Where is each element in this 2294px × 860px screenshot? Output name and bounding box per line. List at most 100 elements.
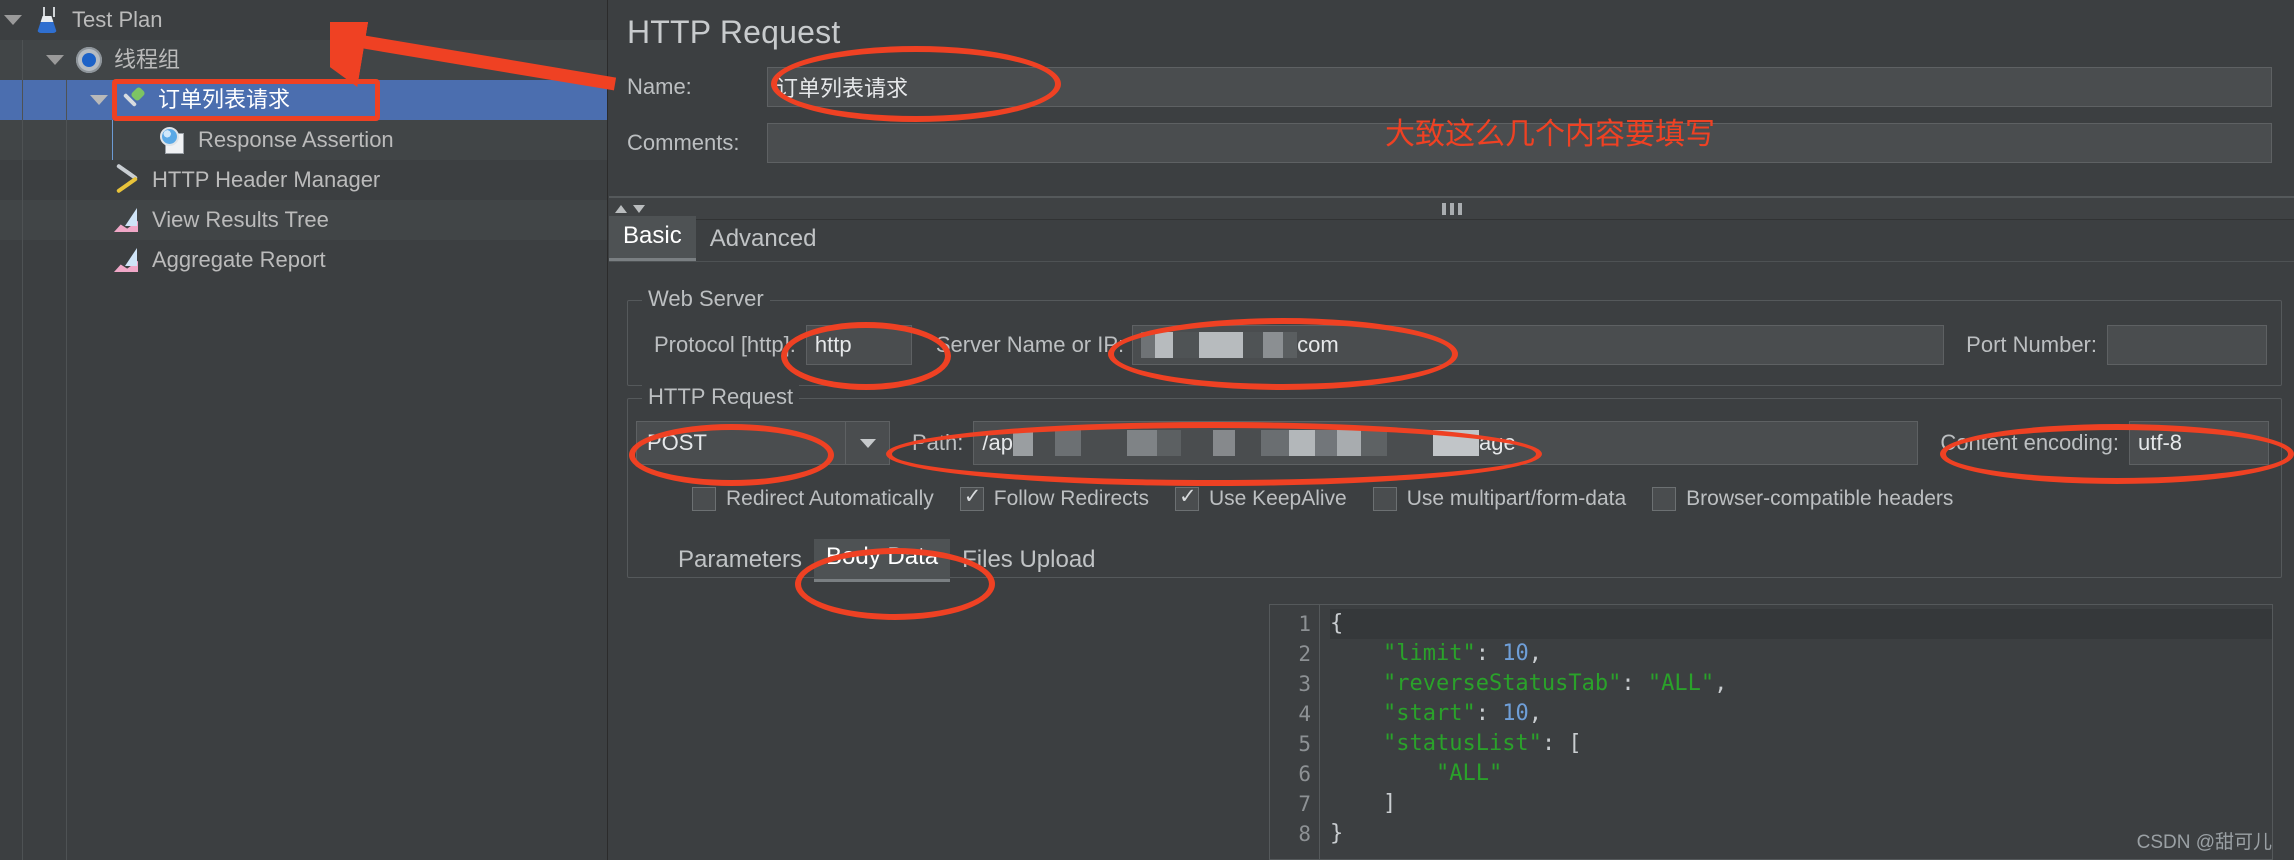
chevron-down-icon[interactable] xyxy=(90,95,108,105)
tree-item-label: Response Assertion xyxy=(198,127,394,152)
tab-basic[interactable]: Basic xyxy=(609,216,696,261)
body-tab-bar: Parameters Body Data Files Upload xyxy=(666,539,1108,582)
path-suffix: age xyxy=(1478,430,1516,455)
gear-icon xyxy=(74,45,104,75)
editor-line-numbers: 1 2 3 4 5 6 7 8 xyxy=(1270,605,1320,859)
port-number-label: Port Number: xyxy=(1966,332,2097,357)
tree-item-aggregate-report[interactable]: Aggregate Report xyxy=(0,240,607,280)
jmeter-window: Test Plan 线程组 订单列表请求 Response Assertion xyxy=(0,0,2294,860)
flask-icon xyxy=(32,5,62,35)
protocol-label: Protocol [http]: xyxy=(654,332,796,357)
checkbox-box[interactable] xyxy=(959,484,984,511)
tree-item-response-assertion[interactable]: Response Assertion xyxy=(0,120,607,160)
test-plan-tree: Test Plan 线程组 订单列表请求 Response Assertion xyxy=(0,0,608,860)
pipette-icon xyxy=(118,85,148,115)
comments-row: Comments: xyxy=(609,123,2294,163)
method-select-arrow[interactable] xyxy=(846,421,890,465)
http-request-editor: HTTP Request Name: 订单列表请求 Comments: Basi… xyxy=(609,0,2294,860)
checkbox-follow-redirects[interactable]: Follow Redirects xyxy=(959,484,1149,511)
code-line: "statusList": [ xyxy=(1382,731,1582,756)
line-number: 5 xyxy=(1298,732,1311,756)
tree-item-label: HTTP Header Manager xyxy=(152,167,381,192)
page-title: HTTP Request xyxy=(627,14,841,50)
tree-item-test-plan[interactable]: Test Plan xyxy=(0,0,607,40)
main-tab-bar: Basic Advanced xyxy=(609,216,2294,262)
chart-icon xyxy=(112,245,142,275)
tree-item-view-results-tree[interactable]: View Results Tree xyxy=(0,200,607,240)
tree-item-label: Aggregate Report xyxy=(152,247,326,272)
tree-item-thread-group[interactable]: 线程组 xyxy=(0,40,607,80)
redacted-path xyxy=(1012,428,1479,458)
content-encoding-label: Content encoding: xyxy=(1940,430,2119,455)
line-number: 2 xyxy=(1298,642,1311,666)
checkbox-label: Use KeepAlive xyxy=(1208,487,1347,510)
tab-body-data[interactable]: Body Data xyxy=(814,539,951,582)
web-server-group: Web Server Protocol [http]: http Server … xyxy=(627,286,2282,386)
tab-advanced[interactable]: Advanced xyxy=(696,219,831,261)
http-request-group-title: HTTP Request xyxy=(642,384,800,410)
checkbox-box[interactable] xyxy=(1652,487,1677,511)
name-input[interactable]: 订单列表请求 xyxy=(767,67,2272,107)
watermark: CSDN @甜可儿 xyxy=(2136,832,2272,853)
chevron-down-icon xyxy=(859,438,876,448)
body-data-editor[interactable]: 1 2 3 4 5 6 7 8 { "limit": 10, "reverseS… xyxy=(1269,604,2282,860)
code-line: ] xyxy=(1330,791,1397,816)
line-number: 3 xyxy=(1298,672,1311,696)
chevron-down-icon[interactable] xyxy=(4,15,22,25)
path-prefix: /ap xyxy=(982,430,1013,455)
checkbox-box[interactable] xyxy=(1372,487,1397,511)
checkbox-browser-compatible-headers[interactable]: Browser-compatible headers xyxy=(1652,487,1953,511)
tab-files-upload[interactable]: Files Upload xyxy=(950,542,1107,582)
protocol-input[interactable]: http xyxy=(805,325,912,365)
checkbox-label: Use multipart/form-data xyxy=(1406,487,1627,510)
comments-label: Comments: xyxy=(627,130,740,155)
checkbox-label: Browser-compatible headers xyxy=(1686,487,1954,510)
port-number-input[interactable] xyxy=(2107,325,2267,365)
collapse-down-icon[interactable] xyxy=(633,204,645,213)
tree-item-label: View Results Tree xyxy=(152,207,329,232)
checkbox-redirect-automatically[interactable]: Redirect Automatically xyxy=(692,487,934,511)
checkbox-box[interactable] xyxy=(1174,484,1199,511)
redacted-server-name xyxy=(1141,330,1298,360)
web-server-group-title: Web Server xyxy=(642,286,770,312)
tree-item-label: Test Plan xyxy=(72,7,163,32)
code-line: "limit": 10, xyxy=(1382,641,1542,666)
drag-grip-icon[interactable] xyxy=(1441,202,1462,215)
chevron-down-icon[interactable] xyxy=(46,55,64,65)
code-line: "start": 10, xyxy=(1382,701,1542,726)
chart-icon xyxy=(112,205,142,235)
collapse-toolbar xyxy=(609,198,2294,220)
tab-parameters[interactable]: Parameters xyxy=(666,542,814,582)
tree-item-label: 订单列表请求 xyxy=(158,87,291,112)
tree-item-http-header-manager[interactable]: HTTP Header Manager xyxy=(0,160,607,200)
method-select[interactable]: POST xyxy=(636,421,846,465)
path-label: Path: xyxy=(912,430,964,455)
name-label: Name: xyxy=(627,74,692,99)
http-request-group: HTTP Request POST Path: /ap age Content … xyxy=(627,384,2282,582)
comments-input[interactable] xyxy=(767,123,2272,163)
content-encoding-input[interactable]: utf-8 xyxy=(2129,421,2269,465)
collapse-up-icon[interactable] xyxy=(615,204,627,213)
request-options-checkboxes: Redirect Automatically Follow Redirects … xyxy=(692,484,2281,511)
code-line: "reverseStatusTab": "ALL", xyxy=(1382,671,1728,696)
editor-code-area[interactable]: { "limit": 10, "reverseStatusTab": "ALL"… xyxy=(1320,605,2281,859)
checkbox-label: Redirect Automatically xyxy=(726,487,934,510)
tree-item-label: 线程组 xyxy=(114,47,181,72)
checkbox-use-keepalive[interactable]: Use KeepAlive xyxy=(1174,484,1347,511)
line-number: 6 xyxy=(1298,762,1311,786)
line-number: 7 xyxy=(1298,792,1311,816)
line-number: 4 xyxy=(1298,702,1311,726)
code-line: { xyxy=(1330,609,2281,639)
tree-item-order-list-request[interactable]: 订单列表请求 xyxy=(0,80,607,120)
path-input[interactable]: /ap age xyxy=(973,421,1919,465)
code-line: "ALL" xyxy=(1435,761,1503,786)
checkbox-label: Follow Redirects xyxy=(993,487,1149,510)
checkbox-use-multipart-form-data[interactable]: Use multipart/form-data xyxy=(1372,487,1627,511)
editor-scrollbar[interactable] xyxy=(2272,604,2294,860)
line-number: 8 xyxy=(1298,822,1311,846)
checkbox-box[interactable] xyxy=(692,487,716,511)
server-name-input[interactable]: com xyxy=(1132,325,1945,365)
server-name-suffix: com xyxy=(1297,332,1339,357)
name-row: Name: 订单列表请求 xyxy=(609,67,2294,107)
server-name-label: Server Name or IP: xyxy=(935,332,1125,357)
